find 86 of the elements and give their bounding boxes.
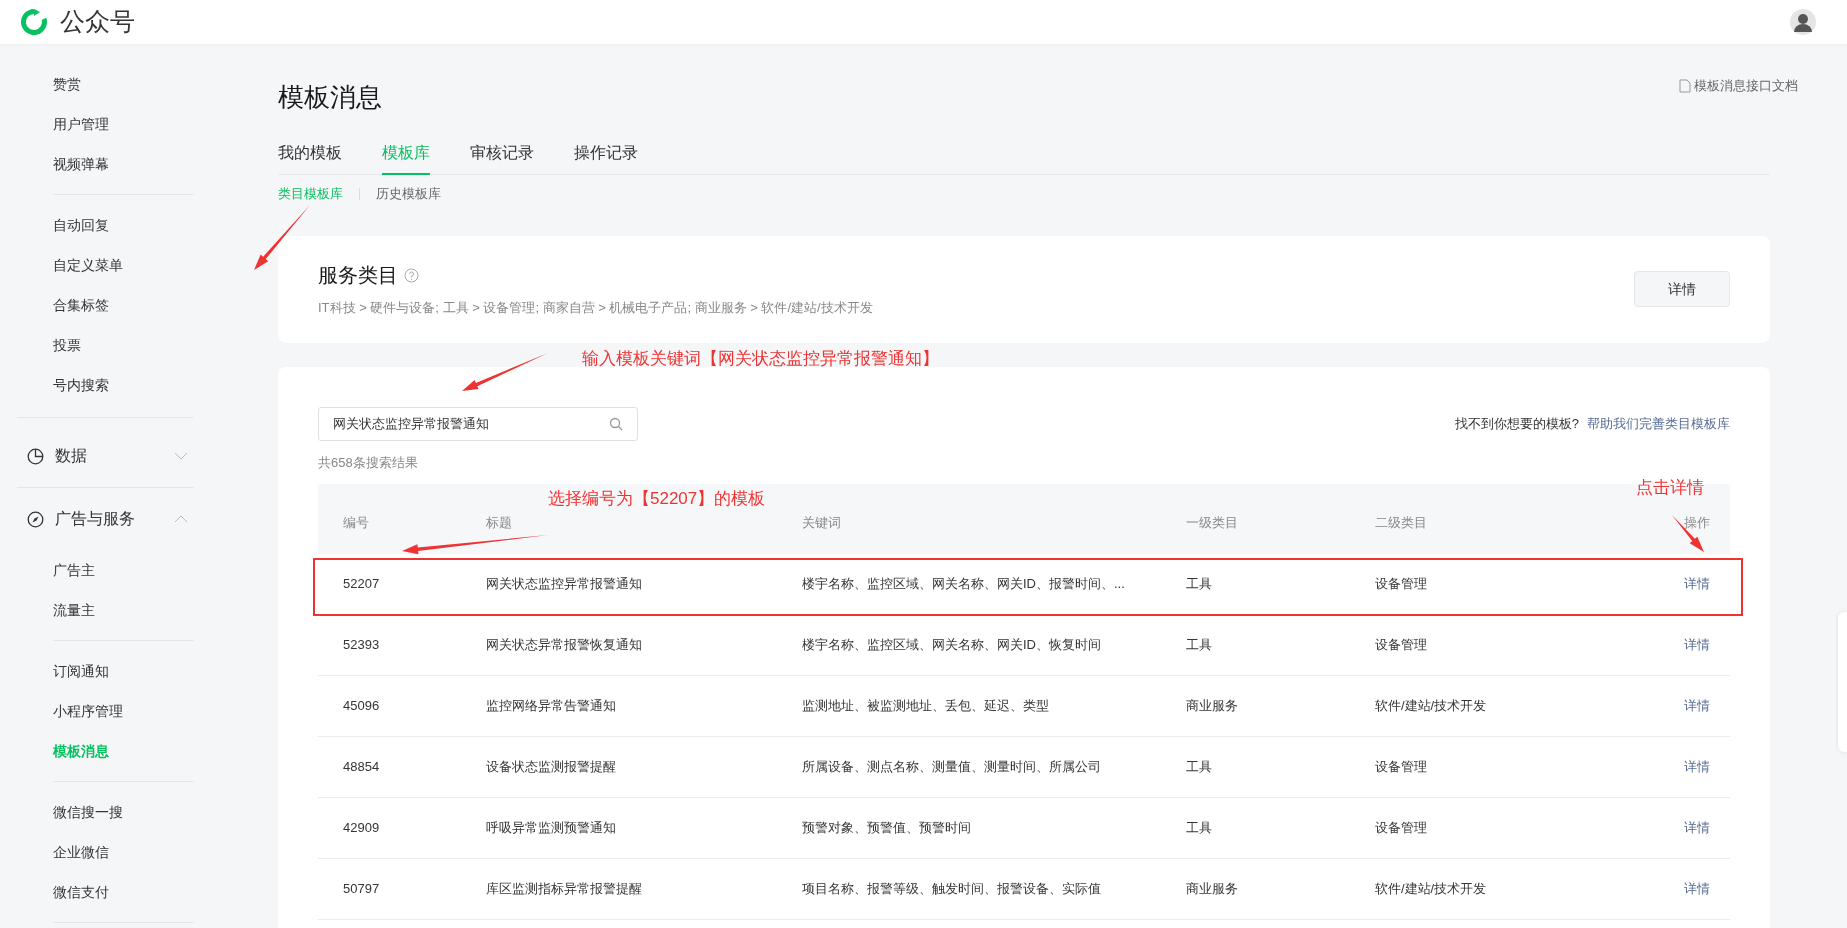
table-cell-text: 商业服务 <box>1186 880 1239 899</box>
nav-group-header[interactable]: 数据 <box>17 430 194 482</box>
table-cell-text: 设备状态监测报警提醒 <box>486 758 617 777</box>
table-cell-text: 设备管理 <box>1375 636 1428 655</box>
avatar-icon[interactable] <box>1789 8 1817 36</box>
nav-item[interactable]: 订阅通知 <box>17 651 210 691</box>
details-link[interactable]: 详情 <box>1615 818 1730 838</box>
details-button[interactable]: 详情 <box>1634 271 1730 307</box>
doc-link[interactable]: 模板消息接口文档 <box>1679 76 1798 96</box>
table-cell-text: 工具 <box>1186 758 1213 777</box>
table-cell-text: 设备管理 <box>1375 819 1428 838</box>
page-title: 模板消息 <box>278 81 382 114</box>
table-cell-text: 网关状态异常报警恢复通知 <box>486 636 643 655</box>
search-field[interactable]: 网关状态监控异常报警通知 <box>318 406 638 441</box>
subtab[interactable]: 历史模板库 <box>376 184 441 204</box>
table-cell-text: 50797 <box>342 880 381 899</box>
nav-item[interactable]: 用户管理 <box>17 104 210 144</box>
compass-icon <box>27 510 44 528</box>
table-cell-text: 商业服务 <box>1186 697 1239 716</box>
table-cell-text: 呼吸异常监测预警通知 <box>486 819 617 838</box>
category-path: IT科技 > 硬件与设备; 工具 > 设备管理; 商家自营 > 机械电子产品; 商业服务 > 软件/建站/技术开发 <box>318 299 873 318</box>
nav-item[interactable]: 投票 <box>17 325 210 365</box>
details-link[interactable]: 详情 <box>1615 757 1730 777</box>
nav-item[interactable]: 小程序管理 <box>17 691 210 731</box>
nav-item[interactable]: 自定义菜单 <box>17 245 210 285</box>
chevron-up-icon <box>174 515 188 523</box>
table-cell-text: 库区监测指标异常报警提醒 <box>486 880 643 899</box>
column-header: 一级类目 <box>1186 513 1239 532</box>
table-cell-text: 项目名称、报警等级、触发时间、报警设备、实际值 <box>802 880 1102 899</box>
table-cell-text: 楼宇名称、监控区域、网关名称、网关ID、报警时间、... <box>802 575 1126 594</box>
table-cell-text: 52207 <box>342 575 381 594</box>
table-cell-text: 监控网络异常告警通知 <box>486 697 617 716</box>
details-link[interactable]: 详情 <box>1615 635 1730 655</box>
table-cell-text: 软件/建站/技术开发 <box>1375 880 1488 899</box>
result-count: 共658条搜索结果 <box>318 453 419 472</box>
chevron-down-icon <box>174 452 188 460</box>
table-cell-text: 工具 <box>1186 819 1213 838</box>
document-icon <box>1679 78 1691 93</box>
annotation-text: 输入模板关键词【网关状态监控异常报警通知】 <box>582 348 939 370</box>
nav-item[interactable]: 视频弹幕 <box>17 144 210 184</box>
nav-group-header[interactable]: 广告与服务 <box>17 493 194 545</box>
table-cell-text: 所属设备、测点名称、测量值、测量时间、所属公司 <box>802 758 1102 777</box>
table-cell-text: 设备管理 <box>1375 758 1428 777</box>
table-cell-text: 预警对象、预警值、预警时间 <box>802 819 972 838</box>
details-link[interactable]: 详情 <box>1615 879 1730 899</box>
nav-item[interactable]: 号内搜索 <box>17 365 210 405</box>
section-title: 服务类目 <box>318 263 398 289</box>
column-header: 关键词 <box>802 513 842 532</box>
table-cell-text: 工具 <box>1186 575 1213 594</box>
logo-icon <box>18 6 50 38</box>
details-link[interactable]: 详情 <box>1615 574 1730 594</box>
table-cell-text: 监测地址、被监测地址、丢包、延迟、类型 <box>802 697 1050 716</box>
nav-item[interactable]: 微信搜一搜 <box>17 792 210 832</box>
table-cell-text: 工具 <box>1186 636 1213 655</box>
brand-name: 公众号 <box>60 6 135 38</box>
details-link[interactable]: 详情 <box>1615 696 1730 716</box>
nav-item[interactable]: 自动回复 <box>17 205 210 245</box>
table-cell-text: 网关状态监控异常报警通知 <box>486 575 643 594</box>
annotation-text: 选择编号为【52207】的模板 <box>548 488 766 510</box>
column-header: 标题 <box>486 513 513 532</box>
nav-item[interactable]: 合集标签 <box>17 285 210 325</box>
help-text: 找不到你想要的模板? <box>1454 414 1579 433</box>
table-cell-text: 软件/建站/技术开发 <box>1375 697 1488 716</box>
column-header: 编号 <box>342 513 370 532</box>
table-cell-text: 42909 <box>342 819 381 838</box>
search-icon[interactable] <box>609 416 623 431</box>
nav-item[interactable]: 广告主 <box>17 550 210 590</box>
help-icon[interactable] <box>404 267 419 283</box>
table-cell-text: 设备管理 <box>1375 575 1428 594</box>
pie-chart-icon <box>27 447 44 465</box>
table-cell-text: 楼宇名称、监控区域、网关名称、网关ID、恢复时间 <box>802 636 1102 655</box>
annotation-text: 点击详情 <box>1636 477 1704 499</box>
nav-item[interactable]: 微信支付 <box>17 872 210 912</box>
search-input[interactable]: 网关状态监控异常报警通知 <box>333 413 609 434</box>
nav-item[interactable]: 赞赏 <box>17 64 210 104</box>
column-header: 二级类目 <box>1375 513 1428 532</box>
tab[interactable]: 操作记录 <box>574 141 638 175</box>
nav-item[interactable]: 企业微信 <box>17 832 210 872</box>
table-cell-text: 48854 <box>342 758 381 777</box>
tab[interactable]: 我的模板 <box>278 141 342 175</box>
tab[interactable]: 审核记录 <box>470 141 534 175</box>
table-cell-text: 45096 <box>342 697 381 716</box>
column-header: 操作 <box>1683 513 1711 532</box>
nav-item[interactable]: 流量主 <box>17 590 210 630</box>
table-cell-text: 52393 <box>342 636 381 655</box>
help-link[interactable]: 帮助我们完善类目模板库 <box>1587 413 1730 434</box>
